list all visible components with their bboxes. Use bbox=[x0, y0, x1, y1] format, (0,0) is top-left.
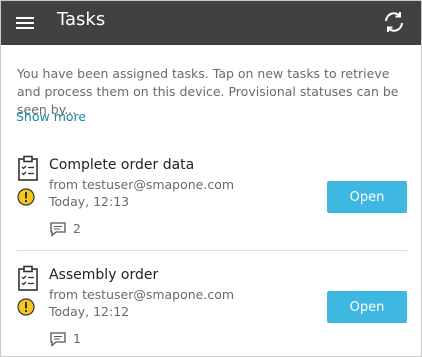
tasks-screen: Tasks You have been assigned tasks. Tap … bbox=[0, 0, 422, 357]
comment-icon bbox=[50, 332, 66, 347]
task-item[interactable]: Assembly order from testuser@smapone.com… bbox=[1, 261, 421, 356]
warning-icon bbox=[17, 298, 35, 316]
task-timestamp: Today, 12:12 bbox=[49, 304, 130, 319]
open-task-button[interactable]: Open bbox=[327, 291, 407, 323]
comment-icon bbox=[50, 222, 66, 237]
warning-icon bbox=[17, 188, 35, 206]
comment-count: 1 bbox=[73, 331, 81, 346]
clipboard-checklist-icon bbox=[18, 155, 38, 181]
comment-count: 2 bbox=[73, 221, 81, 236]
task-title: Complete order data bbox=[49, 157, 195, 173]
task-timestamp: Today, 12:13 bbox=[49, 194, 130, 209]
task-sender: from testuser@smapone.com bbox=[49, 287, 235, 302]
app-header: Tasks bbox=[1, 1, 421, 45]
task-title: Assembly order bbox=[49, 267, 159, 283]
task-item[interactable]: Complete order data from testuser@smapon… bbox=[1, 151, 421, 251]
open-task-button[interactable]: Open bbox=[327, 181, 407, 213]
hamburger-menu-icon[interactable] bbox=[14, 13, 38, 33]
clipboard-checklist-icon bbox=[18, 265, 38, 291]
divider bbox=[17, 250, 407, 251]
task-sender: from testuser@smapone.com bbox=[49, 177, 235, 192]
show-more-link[interactable]: Show more bbox=[16, 109, 86, 124]
page-title: Tasks bbox=[57, 9, 106, 30]
refresh-icon[interactable] bbox=[381, 9, 407, 35]
